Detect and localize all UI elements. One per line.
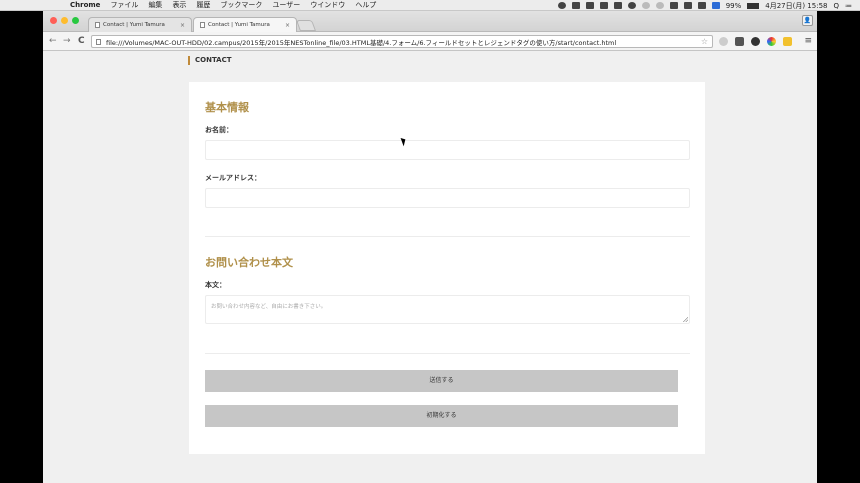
- menu-window[interactable]: ウインドウ: [310, 0, 345, 10]
- extension-1-icon[interactable]: [719, 37, 728, 46]
- status-record-icon[interactable]: [557, 2, 566, 9]
- forward-button[interactable]: →: [63, 36, 71, 46]
- notification-center-icon[interactable]: ≔: [845, 2, 852, 10]
- fieldset-divider: [205, 353, 690, 354]
- menu-bookmarks[interactable]: ブックマーク: [220, 0, 262, 10]
- wifi-icon[interactable]: [697, 2, 706, 9]
- legend-basic-info: 基本情報: [205, 101, 249, 114]
- menu-file[interactable]: ファイル: [110, 0, 138, 10]
- macos-menubar: Chrome ファイル 編集 表示 履歴 ブックマーク ユーザー ウインドウ ヘ…: [0, 0, 860, 11]
- sync-icon[interactable]: [641, 2, 650, 9]
- spotlight-search-icon[interactable]: Q: [833, 2, 839, 10]
- menu-help[interactable]: ヘルプ: [355, 0, 376, 10]
- dropbox-alt-icon[interactable]: [585, 2, 594, 9]
- profile-icon[interactable]: 👤: [802, 15, 813, 26]
- url-text: file:///Volumes/MAC-OUT-HDD/02.campus/20…: [106, 38, 617, 47]
- page-icon: [200, 22, 205, 28]
- menu-view[interactable]: 表示: [172, 0, 186, 10]
- body-textarea[interactable]: お問い合わせ内容など、自由にお書き下さい。: [205, 295, 690, 324]
- battery-percent: 99%: [725, 1, 742, 10]
- status-area: 99% 4月27日(月) 15:58 Q ≔: [557, 0, 852, 11]
- minimize-window-button[interactable]: [61, 17, 68, 24]
- menu-edit[interactable]: 編集: [148, 0, 162, 10]
- bookmark-icon[interactable]: [599, 2, 608, 9]
- tab-contact-2[interactable]: Contact | Yumi Tamura ×: [193, 17, 297, 32]
- clock[interactable]: 4月27日(月) 15:58: [765, 1, 827, 11]
- fieldset-divider: [205, 236, 690, 237]
- body-label: 本文：: [205, 281, 226, 289]
- gear-icon[interactable]: [627, 2, 636, 9]
- body-placeholder: お問い合わせ内容など、自由にお書き下さい。: [211, 304, 327, 310]
- tab-title: Contact | Yumi Tamura: [103, 22, 165, 28]
- chrome-menu-icon[interactable]: ≡: [804, 36, 812, 46]
- arrow-icon[interactable]: [613, 2, 622, 9]
- bluetooth-icon[interactable]: [669, 2, 678, 9]
- menu-app-name[interactable]: Chrome: [70, 1, 100, 9]
- legend-inquiry-body: お問い合わせ本文: [205, 256, 293, 269]
- page-viewport: CONTACT 基本情報 お名前： メールアドレス： お問い合わせ本文 本文： …: [43, 52, 817, 483]
- submit-button[interactable]: 送信する: [205, 370, 678, 392]
- menu-user[interactable]: ユーザー: [272, 0, 300, 10]
- extension-2-icon[interactable]: [735, 37, 744, 46]
- tab-close-icon[interactable]: ×: [285, 22, 290, 29]
- contact-form: 基本情報 お名前： メールアドレス： お問い合わせ本文 本文： お問い合わせ内容…: [189, 82, 705, 454]
- page-icon: [95, 22, 100, 28]
- resize-handle-icon[interactable]: [683, 317, 688, 322]
- tab-title: Contact | Yumi Tamura: [208, 22, 270, 28]
- extension-4-icon[interactable]: [767, 37, 776, 46]
- page-info-icon[interactable]: [96, 39, 101, 45]
- close-window-button[interactable]: [50, 17, 57, 24]
- name-label: お名前：: [205, 126, 233, 134]
- new-tab-button[interactable]: [295, 20, 317, 31]
- battery-icon[interactable]: [747, 2, 760, 9]
- extension-5-icon[interactable]: [783, 37, 792, 46]
- browser-window: Contact | Yumi Tamura × Contact | Yumi T…: [43, 11, 817, 483]
- back-button[interactable]: ←: [49, 36, 57, 46]
- zoom-window-button[interactable]: [72, 17, 79, 24]
- input-source-icon[interactable]: [711, 2, 720, 9]
- menu-history[interactable]: 履歴: [196, 0, 210, 10]
- bookmark-star-icon[interactable]: ☆: [701, 37, 708, 46]
- tab-contact-1[interactable]: Contact | Yumi Tamura ×: [88, 17, 192, 32]
- page-heading: CONTACT: [188, 56, 232, 65]
- reload-button[interactable]: C: [78, 36, 85, 46]
- email-label: メールアドレス：: [205, 174, 261, 182]
- extension-3-icon[interactable]: [751, 37, 760, 46]
- name-input[interactable]: [205, 140, 690, 160]
- address-bar[interactable]: file:///Volumes/MAC-OUT-HDD/02.campus/20…: [91, 35, 713, 48]
- email-input[interactable]: [205, 188, 690, 208]
- time-machine-icon[interactable]: [655, 2, 664, 9]
- reset-button[interactable]: 初期化する: [205, 405, 678, 427]
- tab-close-icon[interactable]: ×: [180, 22, 185, 29]
- volume-icon[interactable]: [683, 2, 692, 9]
- dropbox-icon[interactable]: [571, 2, 580, 9]
- browser-toolbar: ← → C file:///Volumes/MAC-OUT-HDD/02.cam…: [43, 32, 817, 51]
- tab-strip: Contact | Yumi Tamura × Contact | Yumi T…: [43, 11, 817, 32]
